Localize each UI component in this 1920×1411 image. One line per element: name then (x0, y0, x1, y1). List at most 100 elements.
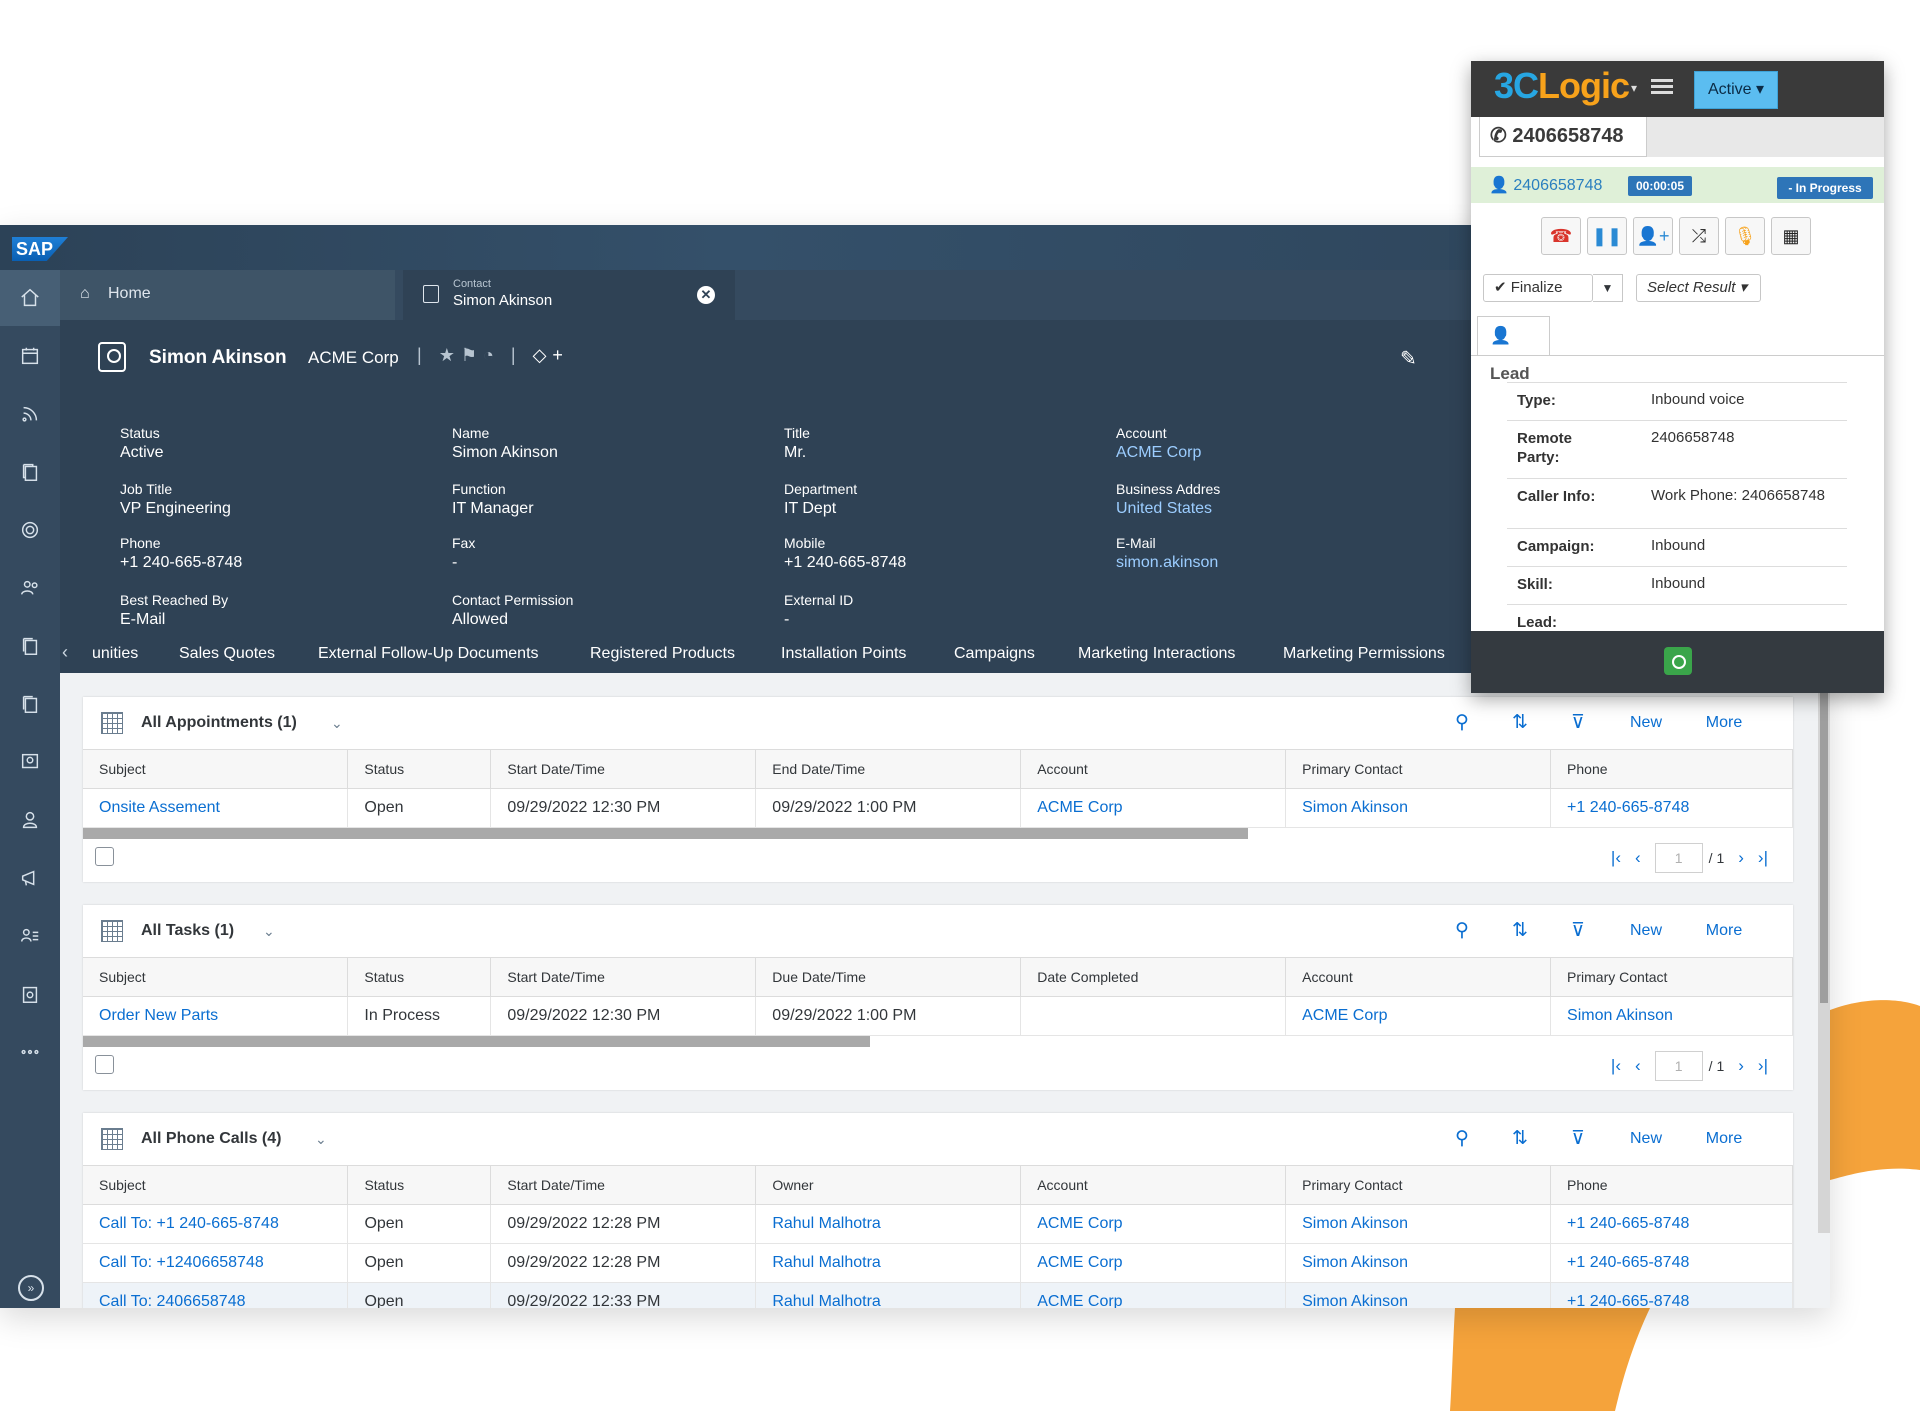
person-nav-icon[interactable] (0, 792, 60, 848)
follow-icon[interactable]: ◔ (483, 345, 500, 365)
prev-page-icon[interactable]: ‹ (1635, 848, 1641, 868)
chevron-down-icon[interactable]: ⌄ (331, 715, 343, 732)
home-nav-icon[interactable] (0, 270, 60, 326)
filter-icon[interactable]: ⊽ (1549, 919, 1607, 942)
column-header[interactable]: Start Date/Time (490, 957, 757, 997)
add-participant-icon[interactable]: 👤+ (1633, 217, 1673, 255)
feed-nav-icon[interactable] (0, 386, 60, 442)
column-header[interactable]: Subject (83, 957, 349, 997)
table-row[interactable]: Call To: +1 240-665-8748 Open 09/29/2022… (83, 1204, 1793, 1244)
cell-owner[interactable]: Rahul Malhotra (755, 1204, 1022, 1244)
cell-account[interactable]: ACME Corp (1285, 996, 1552, 1036)
cell-subject[interactable]: Call To: +12406658748 (83, 1243, 349, 1283)
column-header[interactable]: Owner (755, 1165, 1022, 1205)
cell-subject[interactable]: Call To: 2406658748 (83, 1282, 349, 1308)
tab-marketing-permissions[interactable]: Marketing Permissions (1283, 645, 1445, 663)
cell-phone[interactable]: +1 240-665-8748 (1550, 1204, 1793, 1244)
cell-phone[interactable]: +1 240-665-8748 (1550, 1243, 1793, 1283)
cell-subject[interactable]: Onsite Assement (83, 788, 349, 828)
microphone-icon[interactable]: 🎙 (1725, 217, 1765, 255)
settings-nav-icon[interactable] (0, 502, 60, 558)
search-icon[interactable]: ⚲ (1433, 919, 1491, 942)
tab-sales-quotes[interactable]: Sales Quotes (179, 645, 275, 663)
cell-phone[interactable]: +1 240-665-8748 (1550, 1282, 1793, 1308)
next-page-icon[interactable]: › (1738, 1056, 1744, 1076)
cell-contact[interactable]: Simon Akinson (1285, 1282, 1552, 1308)
flag-icon[interactable]: ⚑ (461, 345, 483, 365)
column-header[interactable]: Phone (1550, 749, 1793, 789)
field-business-address[interactable]: Business Addres United States (1116, 481, 1220, 518)
cell-account[interactable]: ACME Corp (1020, 1243, 1287, 1283)
column-header[interactable]: Account (1285, 957, 1552, 997)
vertical-scrollbar[interactable] (1818, 673, 1830, 1233)
column-header[interactable]: Subject (83, 749, 349, 789)
search-icon[interactable]: ⚲ (1433, 1127, 1491, 1150)
cell-contact[interactable]: Simon Akinson (1285, 788, 1552, 828)
documents-nav-icon[interactable] (0, 444, 60, 500)
add-tag-icon[interactable]: ◇+ (533, 345, 569, 365)
column-header[interactable]: Account (1020, 1165, 1287, 1205)
column-header[interactable]: Status (347, 957, 492, 997)
column-header[interactable]: Due Date/Time (755, 957, 1022, 997)
hangup-icon[interactable]: ☎ (1541, 217, 1581, 255)
cell-account[interactable]: ACME Corp (1020, 788, 1287, 828)
tab-installation-points[interactable]: Installation Points (781, 645, 906, 663)
column-header[interactable]: End Date/Time (755, 749, 1022, 789)
select-all-checkbox[interactable] (95, 1055, 114, 1074)
search-icon[interactable]: ⚲ (1433, 711, 1491, 734)
more-button[interactable]: More (1685, 922, 1763, 940)
column-header[interactable]: Subject (83, 1165, 349, 1205)
next-page-icon[interactable]: › (1738, 848, 1744, 868)
tab-campaigns[interactable]: Campaigns (954, 645, 1035, 663)
team-nav-icon[interactable] (0, 734, 60, 790)
quotes-nav-icon[interactable] (0, 676, 60, 732)
table-row[interactable]: Call To: +12406658748 Open 09/29/2022 12… (83, 1243, 1793, 1283)
select-all-checkbox[interactable] (95, 847, 114, 866)
sort-icon[interactable]: ⇅ (1491, 711, 1549, 734)
prev-page-icon[interactable]: ‹ (1635, 1056, 1641, 1076)
column-header[interactable]: Primary Contact (1550, 957, 1793, 997)
cell-subject[interactable]: Order New Parts (83, 996, 349, 1036)
column-header[interactable]: Start Date/Time (490, 749, 757, 789)
tab-registered-products[interactable]: Registered Products (590, 645, 735, 663)
field-email[interactable]: E-Mail simon.akinson (1116, 535, 1218, 572)
field-account[interactable]: Account ACME Corp (1116, 425, 1201, 462)
column-header[interactable]: Status (347, 749, 492, 789)
more-button[interactable]: More (1685, 714, 1763, 732)
more-nav-icon[interactable] (0, 1024, 60, 1080)
caller-number[interactable]: 👤 2406658748 (1489, 175, 1602, 195)
filter-icon[interactable]: ⊽ (1549, 1127, 1607, 1150)
first-page-icon[interactable]: |‹ (1611, 1056, 1621, 1076)
keypad-icon[interactable]: ▦ (1771, 217, 1811, 255)
chevron-down-icon[interactable]: ▾ (1631, 81, 1637, 95)
agent-status-dropdown[interactable]: Active ▾ (1694, 71, 1778, 109)
hamburger-menu-icon[interactable] (1651, 79, 1673, 97)
cell-phone[interactable]: +1 240-665-8748 (1550, 788, 1793, 828)
close-tab-icon[interactable]: ✕ (697, 286, 715, 304)
globe-icon[interactable] (1664, 647, 1692, 675)
filter-icon[interactable]: ⊽ (1549, 711, 1607, 734)
column-header[interactable]: Phone (1550, 1165, 1793, 1205)
column-header[interactable]: Start Date/Time (490, 1165, 757, 1205)
sort-icon[interactable]: ⇅ (1491, 919, 1549, 942)
table-row[interactable]: Call To: 2406658748 Open 09/29/2022 12:3… (83, 1282, 1793, 1308)
copy-nav-icon[interactable] (0, 618, 60, 674)
last-page-icon[interactable]: ›| (1758, 1056, 1768, 1076)
hold-icon[interactable]: ❚❚ (1587, 217, 1627, 255)
clipboard-nav-icon[interactable] (0, 966, 60, 1022)
star-icon[interactable]: ★ (439, 345, 461, 365)
scroll-left-icon[interactable]: ‹ (62, 642, 68, 663)
finalize-dropdown-icon[interactable]: ▼ (1593, 274, 1623, 302)
cell-owner[interactable]: Rahul Malhotra (755, 1243, 1022, 1283)
contacts-nav-icon[interactable] (0, 560, 60, 616)
sort-icon[interactable]: ⇅ (1491, 1127, 1549, 1150)
table-row[interactable]: Order New Parts In Process 09/29/2022 12… (83, 996, 1793, 1036)
cell-subject[interactable]: Call To: +1 240-665-8748 (83, 1204, 349, 1244)
column-header[interactable]: Primary Contact (1285, 1165, 1552, 1205)
finalize-button[interactable]: ✔ Finalize (1483, 274, 1593, 302)
lead-tab[interactable]: 👤Lead (1477, 316, 1550, 383)
cell-contact[interactable]: Simon Akinson (1285, 1243, 1552, 1283)
column-header[interactable]: Date Completed (1020, 957, 1287, 997)
page-input[interactable]: 1 (1654, 1051, 1703, 1081)
column-header[interactable]: Account (1020, 749, 1287, 789)
